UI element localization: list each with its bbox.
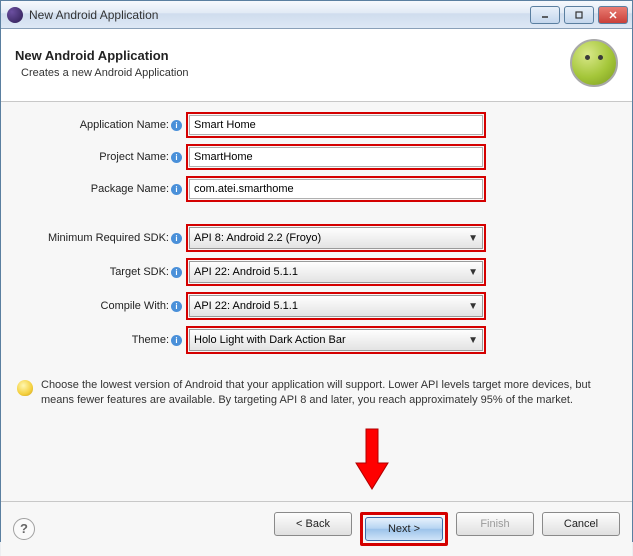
hint-box: Choose the lowest version of Android tha… (11, 376, 622, 415)
label-project-name: Project Name:i (11, 151, 186, 163)
min-sdk-combo[interactable]: API 8: Android 2.2 (Froyo)▼ (189, 227, 483, 249)
page-title: New Android Application (15, 48, 570, 63)
info-icon[interactable]: i (171, 335, 182, 346)
lightbulb-icon (17, 380, 33, 396)
window-title: New Android Application (29, 8, 530, 22)
next-button[interactable]: Next > (365, 517, 443, 541)
highlight-app-name (186, 112, 486, 138)
info-icon[interactable]: i (171, 184, 182, 195)
theme-combo[interactable]: Holo Light with Dark Action Bar▼ (189, 329, 483, 351)
target-sdk-combo[interactable]: API 22: Android 5.1.1▼ (189, 261, 483, 283)
dialog-window: New Android Application New Android Appl… (0, 0, 633, 542)
info-icon[interactable]: i (171, 267, 182, 278)
label-compile-with: Compile With:i (11, 300, 186, 312)
label-min-sdk: Minimum Required SDK:i (11, 232, 186, 244)
application-name-input[interactable] (189, 115, 483, 135)
annotation-arrow (11, 415, 622, 495)
project-name-input[interactable] (189, 147, 483, 167)
maximize-button[interactable] (564, 6, 594, 24)
titlebar[interactable]: New Android Application (1, 1, 632, 29)
highlight-theme: Holo Light with Dark Action Bar▼ (186, 326, 486, 354)
info-icon[interactable]: i (171, 233, 182, 244)
header-panel: New Android Application Creates a new An… (1, 29, 632, 102)
eclipse-icon (7, 7, 23, 23)
finish-button: Finish (456, 512, 534, 536)
chevron-down-icon: ▼ (468, 233, 478, 244)
label-target-sdk: Target SDK:i (11, 266, 186, 278)
highlight-next: Next > (360, 512, 448, 546)
highlight-target-sdk: API 22: Android 5.1.1▼ (186, 258, 486, 286)
help-icon[interactable]: ? (13, 518, 35, 540)
highlight-compile-with: API 22: Android 5.1.1▼ (186, 292, 486, 320)
close-button[interactable] (598, 6, 628, 24)
label-theme: Theme:i (11, 334, 186, 346)
minimize-button[interactable] (530, 6, 560, 24)
highlight-project-name (186, 144, 486, 170)
page-subtitle: Creates a new Android Application (21, 67, 570, 79)
label-package-name: Package Name:i (11, 183, 186, 195)
info-icon[interactable]: i (171, 120, 182, 131)
chevron-down-icon: ▼ (468, 267, 478, 278)
package-name-input[interactable] (189, 179, 483, 199)
label-app-name: Application Name:i (11, 119, 186, 131)
hint-text: Choose the lowest version of Android tha… (41, 378, 616, 409)
info-icon[interactable]: i (171, 301, 182, 312)
android-icon (570, 39, 618, 87)
highlight-min-sdk: API 8: Android 2.2 (Froyo)▼ (186, 224, 486, 252)
chevron-down-icon: ▼ (468, 335, 478, 346)
chevron-down-icon: ▼ (468, 301, 478, 312)
info-icon[interactable]: i (171, 152, 182, 163)
cancel-button[interactable]: Cancel (542, 512, 620, 536)
footer: ? < Back Next > Finish Cancel (1, 501, 632, 556)
back-button[interactable]: < Back (274, 512, 352, 536)
highlight-package-name (186, 176, 486, 202)
form-area: Application Name:i Project Name:i Packag… (1, 102, 632, 501)
compile-with-combo[interactable]: API 22: Android 5.1.1▼ (189, 295, 483, 317)
